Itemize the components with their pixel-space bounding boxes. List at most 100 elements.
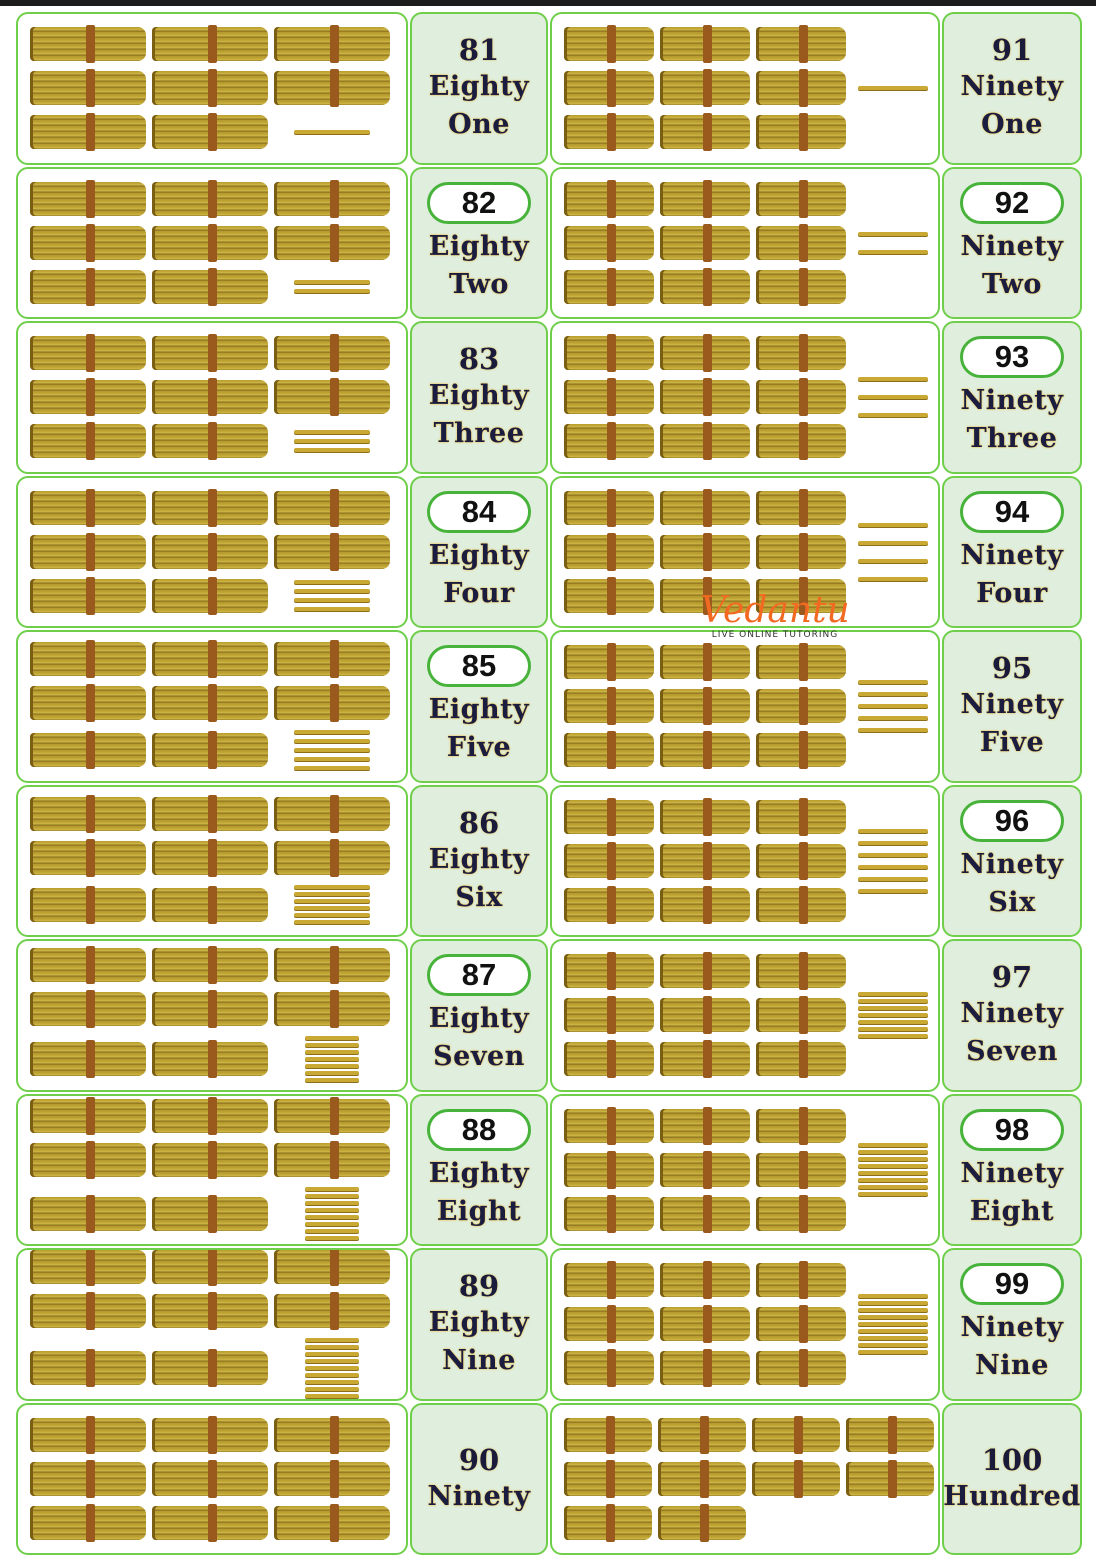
stick-bundle <box>660 71 750 105</box>
number-word: Nine <box>975 1347 1049 1385</box>
bundle-grid <box>564 27 846 149</box>
loose-stick <box>294 748 370 752</box>
stick-bundle <box>660 888 750 922</box>
loose-sticks <box>274 885 390 924</box>
loose-stick <box>305 1229 359 1233</box>
loose-stick <box>858 865 928 869</box>
loose-stick <box>294 430 370 434</box>
stick-bundle <box>152 1294 268 1328</box>
number-label-87: 87EightySeven <box>410 939 548 1092</box>
loose-stick <box>294 607 370 611</box>
number-value: 92 <box>960 182 1064 224</box>
stick-bundle <box>756 1197 846 1231</box>
stick-bundle <box>30 71 146 105</box>
loose-stick <box>858 1013 928 1017</box>
bundle-grid <box>564 182 846 304</box>
stick-bundle <box>846 1462 934 1496</box>
stick-bundle <box>660 226 750 260</box>
stick-bundle <box>660 1042 750 1076</box>
stick-bundle <box>756 645 846 679</box>
loose-stick <box>305 1222 359 1226</box>
bundles-image-99 <box>550 1248 940 1401</box>
loose-stick <box>294 589 370 593</box>
number-value: 95 <box>992 650 1032 686</box>
stick-bundle <box>660 535 750 569</box>
stick-bundle <box>660 27 750 61</box>
stick-bundle <box>30 1250 146 1284</box>
loose-sticks <box>274 280 390 293</box>
loose-stick <box>858 577 928 581</box>
stick-bundle <box>30 1351 146 1385</box>
stick-bundle <box>756 844 846 878</box>
loose-stick <box>858 1294 928 1298</box>
stick-bundle <box>564 182 654 216</box>
stick-bundle <box>274 1506 390 1540</box>
loose-stick <box>294 766 370 770</box>
stick-bundle <box>152 1042 268 1076</box>
loose-stick <box>294 885 370 889</box>
bundle-grid <box>30 336 390 458</box>
stick-bundle <box>152 71 268 105</box>
stick-bundle <box>274 948 390 982</box>
number-word: Ninety <box>428 1478 531 1516</box>
stick-bundle <box>756 1307 846 1341</box>
loose-stick <box>858 1185 928 1189</box>
bundles-image-97 <box>550 939 940 1092</box>
bundles-image-90 <box>16 1403 408 1555</box>
stick-bundle <box>152 1351 268 1385</box>
stick-bundle <box>564 27 654 61</box>
number-word: Ninety <box>961 846 1064 884</box>
bundle-grid <box>564 1418 934 1540</box>
loose-stick <box>858 1308 928 1312</box>
loose-stick <box>858 877 928 881</box>
bundle-grid <box>564 800 846 922</box>
number-label-92: 92NinetyTwo <box>942 167 1082 320</box>
stick-bundle <box>756 336 846 370</box>
stick-bundle <box>274 491 390 525</box>
loose-stick <box>305 1338 359 1342</box>
loose-sticks <box>274 430 390 452</box>
loose-stick <box>858 1329 928 1333</box>
number-label-89: 89EightyNine <box>410 1248 548 1401</box>
loose-stick <box>305 1352 359 1356</box>
number-word: One <box>448 106 510 144</box>
number-value: 82 <box>427 182 531 224</box>
bundle-grid <box>30 491 390 613</box>
stick-bundle <box>660 182 750 216</box>
stick-bundle <box>564 1042 654 1076</box>
number-word: Five <box>447 729 511 767</box>
logo-brand: Vedantu <box>700 592 850 630</box>
bundles-image-86 <box>16 785 408 938</box>
number-word: Four <box>443 575 515 613</box>
loose-stick <box>858 1343 928 1347</box>
number-word: Seven <box>966 1033 1058 1071</box>
stick-bundle <box>756 1263 846 1297</box>
stick-bundle <box>756 733 846 767</box>
stick-bundle <box>152 733 268 767</box>
stick-bundle <box>846 1418 934 1452</box>
bundles-image-89 <box>16 1248 408 1401</box>
bundle-grid <box>564 1109 846 1231</box>
stick-bundle <box>564 71 654 105</box>
number-label-94: 94NinetyFour <box>942 476 1082 629</box>
stick-bundle <box>756 998 846 1032</box>
stick-bundle <box>756 800 846 834</box>
stick-bundle <box>30 1462 146 1496</box>
stick-bundle <box>660 645 750 679</box>
loose-stick <box>858 841 928 845</box>
number-label-84: 84EightyFour <box>410 476 548 629</box>
number-chart: 81EightyOne91NinetyOne82EightyTwo92Ninet… <box>16 12 1082 1555</box>
stick-bundle <box>564 1307 654 1341</box>
number-value: 94 <box>960 491 1064 533</box>
loose-stick <box>294 906 370 910</box>
number-label-83: 83EightyThree <box>410 321 548 474</box>
loose-stick <box>858 1350 928 1354</box>
loose-stick <box>294 439 370 443</box>
loose-stick <box>305 1215 359 1219</box>
loose-stick <box>305 1043 359 1047</box>
loose-stick <box>858 1178 928 1182</box>
stick-bundle <box>30 1042 146 1076</box>
stick-bundle <box>756 115 846 149</box>
stick-bundle <box>564 1351 654 1385</box>
loose-stick <box>305 1064 359 1068</box>
